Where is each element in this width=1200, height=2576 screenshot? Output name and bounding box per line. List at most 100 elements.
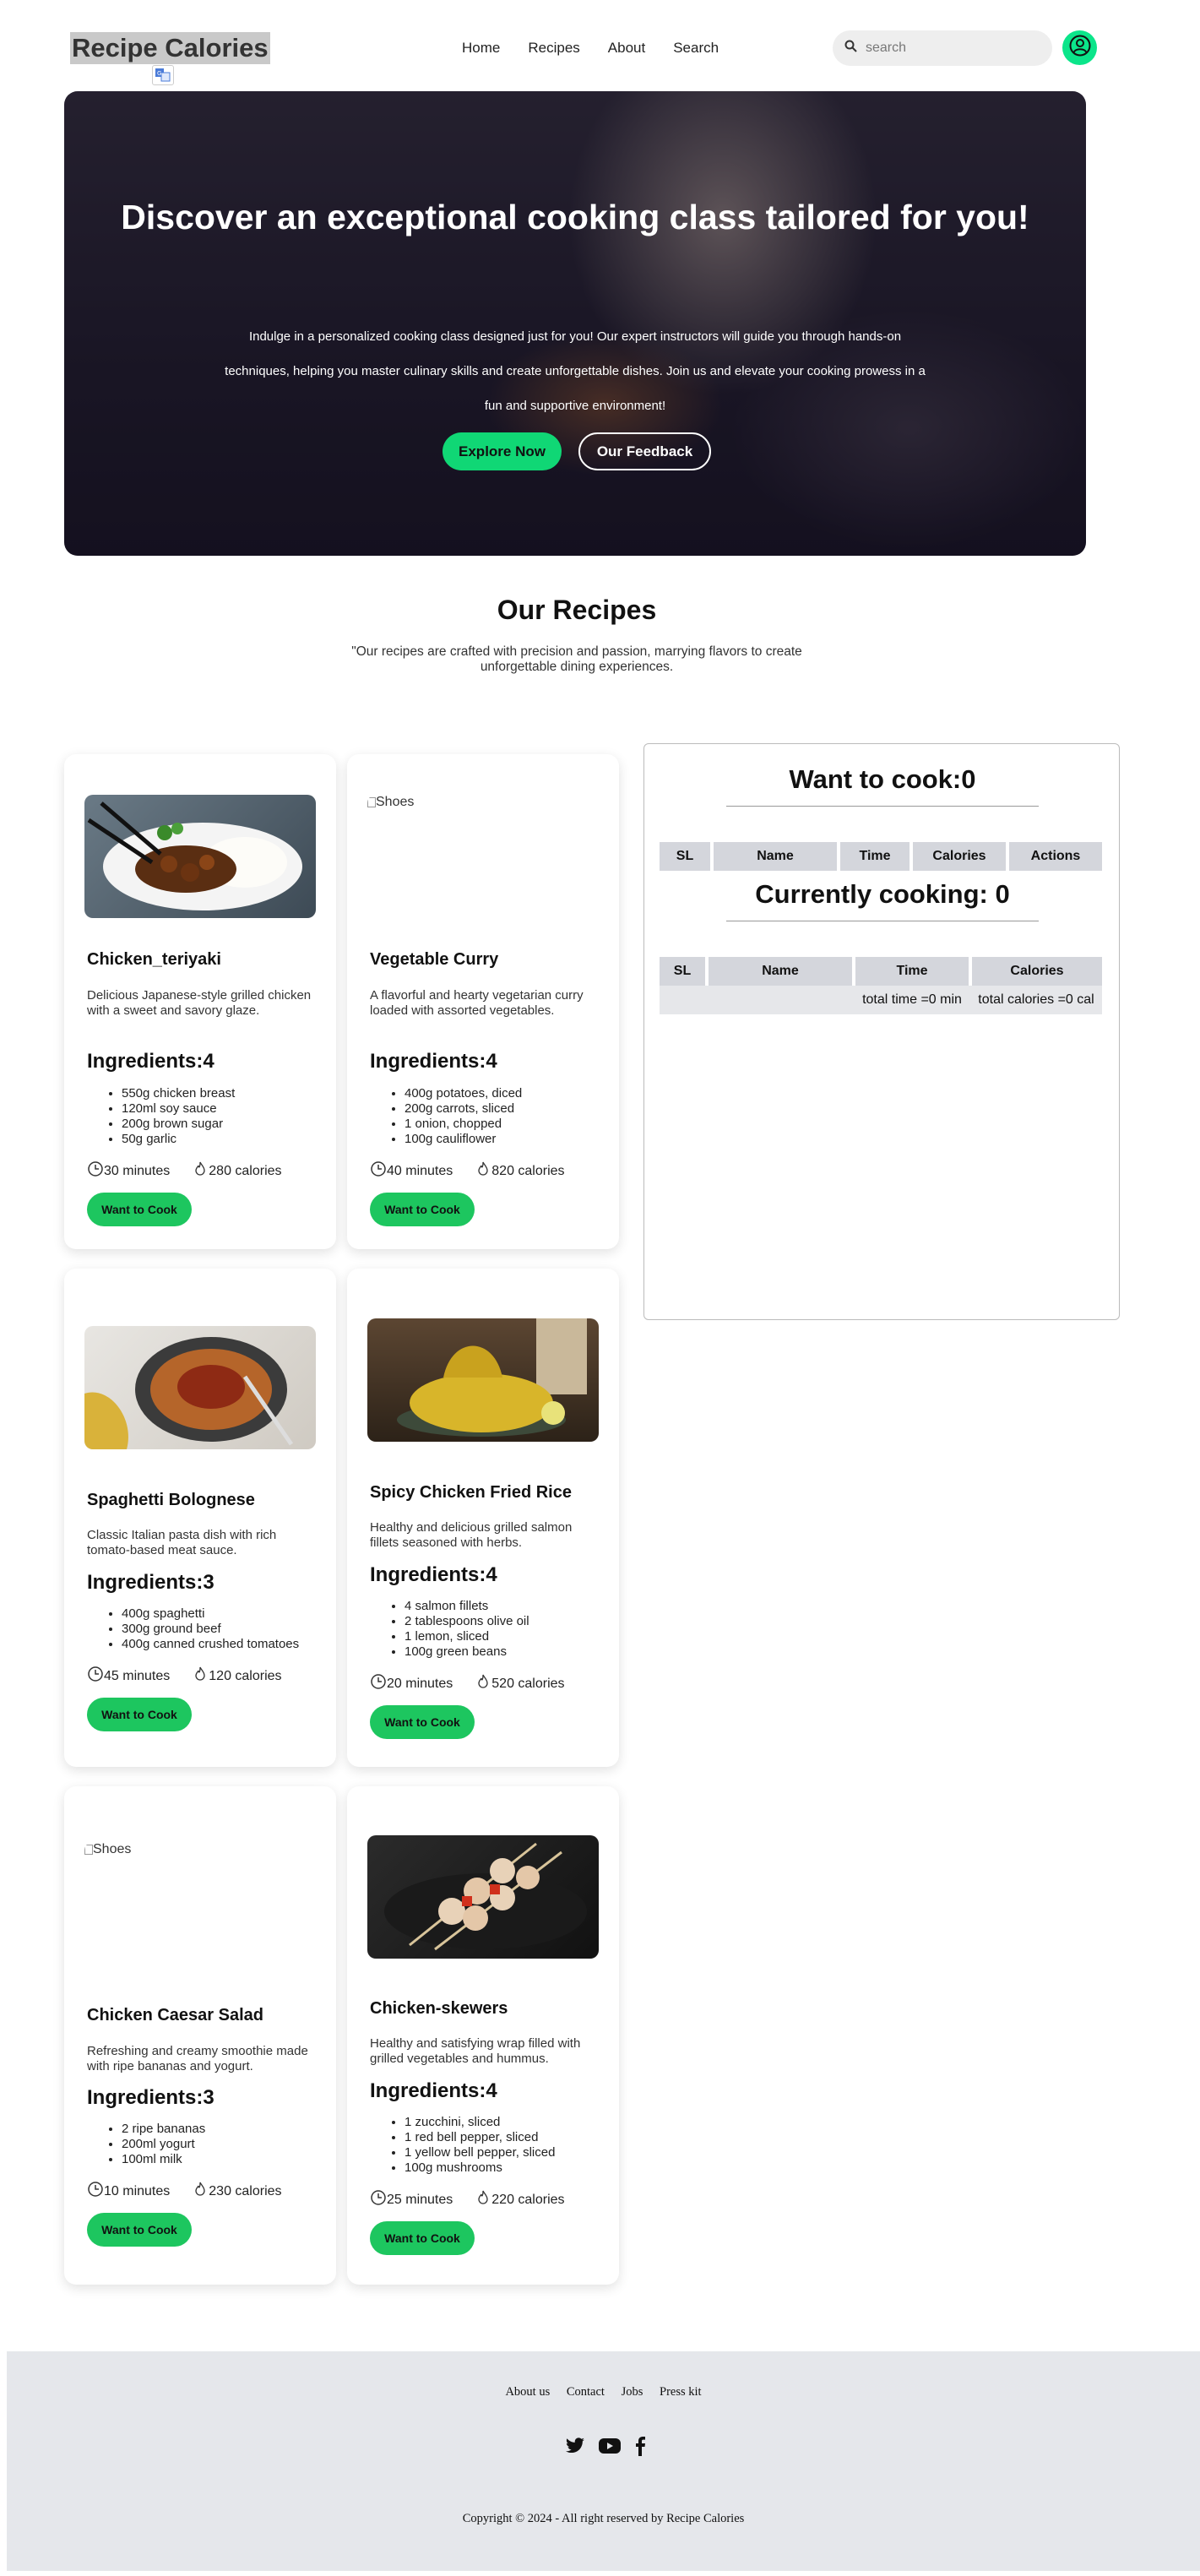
header: Recipe Calories G Home Recipes About Sea… xyxy=(0,0,1200,93)
clock-icon xyxy=(370,2189,387,2210)
ingredients-list: 1 zucchini, sliced 1 red bell pepper, sl… xyxy=(405,2115,607,2176)
divider xyxy=(726,806,1039,807)
ingredient-item: 2 ripe bananas xyxy=(122,2122,324,2137)
want-to-cook-button[interactable]: Want to Cook xyxy=(87,1698,192,1731)
recipe-description: Classic Italian pasta dish with rich tom… xyxy=(87,1528,277,1557)
broken-image-icon xyxy=(84,1844,93,1855)
footer-links: About us Contact Jobs Press kit xyxy=(7,2385,1200,2399)
ingredient-item: 400g spaghetti xyxy=(122,1606,324,1622)
fire-icon xyxy=(475,1673,491,1694)
want-to-cook-title: Want to cook:0 xyxy=(789,764,976,794)
site-logo[interactable]: Recipe Calories xyxy=(70,32,270,64)
recipe-calories: 280 calories xyxy=(209,1163,282,1178)
ingredients-title: Ingredients:4 xyxy=(370,1563,497,1586)
ingredients-list: 4 salmon fillets 2 tablespoons olive oil… xyxy=(405,1599,607,1660)
recipe-description: Healthy and delicious grilled salmon fil… xyxy=(370,1520,573,1550)
want-to-cook-table: SL Name Time Calories Actions xyxy=(660,842,1102,871)
recipe-card: Shoes Chicken Caesar Salad Refreshing an… xyxy=(64,1786,336,2285)
footer-link-press-kit[interactable]: Press kit xyxy=(660,2385,702,2399)
ingredient-item: 400g canned crushed tomatoes xyxy=(122,1637,324,1652)
want-to-cook-button[interactable]: Want to Cook xyxy=(370,1705,475,1739)
nav-about[interactable]: About xyxy=(608,39,645,57)
ingredient-item: 1 red bell pepper, sliced xyxy=(405,2130,607,2145)
recipe-time: 20 minutes xyxy=(387,1676,453,1691)
image-alt-text: Shoes xyxy=(376,795,415,809)
ingredient-item: 100g cauliflower xyxy=(405,1132,607,1147)
recipe-description: A flavorful and hearty vegetarian curry … xyxy=(370,988,584,1018)
ingredient-item: 4 salmon fillets xyxy=(405,1599,607,1614)
footer-link-contact[interactable]: Contact xyxy=(567,2385,605,2399)
col-calories: Calories xyxy=(911,842,1009,871)
total-calories: total calories =0 cal xyxy=(970,986,1102,1014)
clock-icon xyxy=(370,1160,387,1182)
recipe-meta: 45 minutes 120 calories xyxy=(87,1666,282,1687)
recipe-time: 40 minutes xyxy=(387,1163,453,1178)
search-box xyxy=(833,30,1052,66)
explore-now-button[interactable]: Explore Now xyxy=(443,432,562,470)
fire-icon xyxy=(192,1160,209,1182)
ingredients-title: Ingredients:3 xyxy=(87,1571,214,1594)
want-to-cook-button[interactable]: Want to Cook xyxy=(370,2221,475,2255)
ingredient-item: 1 yellow bell pepper, sliced xyxy=(405,2145,607,2160)
recipe-card: Shoes Vegetable Curry A flavorful and he… xyxy=(347,754,619,1249)
our-feedback-button[interactable]: Our Feedback xyxy=(578,432,711,470)
recipe-time: 25 minutes xyxy=(387,2192,453,2207)
footer: About us Contact Jobs Press kit Copyrigh… xyxy=(7,2351,1200,2571)
ingredient-item: 50g garlic xyxy=(122,1132,324,1147)
fire-icon xyxy=(192,1666,209,1687)
col-name: Name xyxy=(712,842,840,871)
recipe-meta: 10 minutes 230 calories xyxy=(87,2181,282,2202)
ingredient-item: 100ml milk xyxy=(122,2152,324,2167)
want-to-cook-button[interactable]: Want to Cook xyxy=(87,2213,192,2247)
profile-button[interactable] xyxy=(1062,30,1097,65)
nav-search[interactable]: Search xyxy=(673,39,719,57)
recipe-calories: 520 calories xyxy=(491,1676,565,1691)
nav-recipes[interactable]: Recipes xyxy=(528,39,579,57)
recipe-title: Spaghetti Bolognese xyxy=(87,1491,255,1509)
recipe-image-spaghetti xyxy=(84,1326,316,1449)
want-to-cook-button[interactable]: Want to Cook xyxy=(87,1193,192,1226)
total-time: total time =0 min xyxy=(854,986,970,1014)
nav-home[interactable]: Home xyxy=(462,39,500,57)
ingredients-list: 400g potatoes, diced 200g carrots, slice… xyxy=(405,1086,607,1147)
youtube-icon[interactable] xyxy=(598,2436,622,2460)
hero-banner: Discover an exceptional cooking class ta… xyxy=(64,91,1086,556)
ingredient-item: 300g ground beef xyxy=(122,1622,324,1637)
recipe-calories-group: 820 calories xyxy=(475,1160,565,1182)
hero-title: Discover an exceptional cooking class ta… xyxy=(121,198,1029,236)
footer-link-about[interactable]: About us xyxy=(505,2385,550,2399)
clock-icon xyxy=(87,1160,104,1182)
search-icon xyxy=(844,40,857,57)
hero-description: Indulge in a personalized cooking class … xyxy=(225,329,926,413)
recipe-meta: 30 minutes 280 calories xyxy=(87,1160,282,1182)
ingredient-item: 100g green beans xyxy=(405,1644,607,1660)
recipe-image-teriyaki xyxy=(84,795,316,918)
recipe-time: 10 minutes xyxy=(104,2183,171,2198)
recipe-card: Chicken_teriyaki Delicious Japanese-styl… xyxy=(64,754,336,1249)
col-name: Name xyxy=(707,957,855,986)
broken-recipe-image: Shoes xyxy=(367,795,599,918)
ingredient-item: 1 lemon, sliced xyxy=(405,1629,607,1644)
want-to-cook-button[interactable]: Want to Cook xyxy=(370,1193,475,1226)
ingredient-item: 200g carrots, sliced xyxy=(405,1101,607,1117)
facebook-icon[interactable] xyxy=(633,2436,647,2460)
recipe-title: Chicken Caesar Salad xyxy=(87,2006,263,2024)
ingredient-item: 1 zucchini, sliced xyxy=(405,2115,607,2130)
ingredients-title: Ingredients:3 xyxy=(87,2086,214,2109)
ingredients-list: 400g spaghetti 300g ground beef 400g can… xyxy=(122,1606,324,1652)
recipe-calories: 120 calories xyxy=(209,1668,282,1683)
table-header-row: SL Name Time Calories Actions xyxy=(660,842,1102,871)
recipe-card: Spicy Chicken Fried Rice Healthy and del… xyxy=(347,1269,619,1767)
empty-cell xyxy=(707,986,854,1014)
recipe-calories-group: 230 calories xyxy=(192,2181,282,2202)
ingredient-item: 550g chicken breast xyxy=(122,1086,324,1101)
ingredients-list: 550g chicken breast 120ml soy sauce 200g… xyxy=(122,1086,324,1147)
translate-icon[interactable]: G xyxy=(152,65,174,85)
recipes-section-title: Our Recipes xyxy=(497,595,657,625)
footer-link-jobs[interactable]: Jobs xyxy=(622,2385,643,2399)
totals-row: total time =0 min total calories =0 cal xyxy=(660,986,1102,1014)
twitter-icon[interactable] xyxy=(564,2436,586,2460)
ingredient-item: 1 onion, chopped xyxy=(405,1117,607,1132)
ingredient-item: 120ml soy sauce xyxy=(122,1101,324,1117)
search-input[interactable] xyxy=(866,41,1034,56)
